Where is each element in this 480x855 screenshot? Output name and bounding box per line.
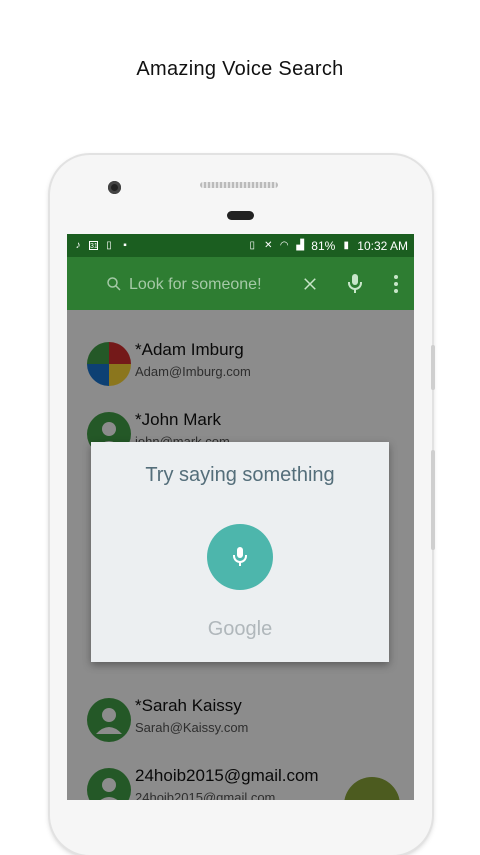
- wifi-icon: ◠: [279, 239, 289, 251]
- status-time: 10:32 AM: [357, 238, 408, 253]
- image-icon: ▪: [123, 239, 127, 251]
- battery-percent: 81%: [311, 238, 336, 253]
- calendar-icon: 31: [89, 241, 98, 250]
- proximity-sensor: [227, 211, 254, 220]
- more-vert-icon[interactable]: [393, 274, 399, 294]
- battery-icon: ▮: [343, 239, 350, 251]
- google-logo: Google: [207, 618, 273, 640]
- signal-icon: ▟: [296, 239, 305, 251]
- front-camera: [108, 181, 121, 194]
- phone-screen: ♪ 31 ▯ ▪ ▯ ✕ ◠ ▟ 81% ▮ 10:32 AM Look for…: [67, 234, 414, 800]
- search-toolbar: [67, 257, 414, 310]
- mic-icon: [233, 547, 247, 566]
- search-input[interactable]: [127, 272, 301, 298]
- mute-icon: ✕: [264, 239, 273, 251]
- voice-mic-button[interactable]: [207, 524, 273, 590]
- status-bar: ♪ 31 ▯ ▪ ▯ ✕ ◠ ▟ 81% ▮ 10:32 AM: [67, 234, 414, 257]
- close-icon[interactable]: [301, 275, 319, 293]
- vibrate-icon: ▯: [249, 239, 256, 251]
- earpiece-speaker: [200, 182, 278, 188]
- voice-prompt: Try saying something: [145, 464, 335, 486]
- volume-button: [431, 345, 435, 390]
- search-icon: [107, 277, 121, 291]
- mic-icon[interactable]: [347, 273, 363, 295]
- promo-title: Amazing Voice Search: [136, 58, 344, 80]
- power-button: [431, 450, 435, 550]
- voice-search-dialog: Try saying something Google: [91, 442, 389, 662]
- music-note-icon: ♪: [75, 239, 81, 251]
- clipboard-icon: ▯: [106, 239, 112, 251]
